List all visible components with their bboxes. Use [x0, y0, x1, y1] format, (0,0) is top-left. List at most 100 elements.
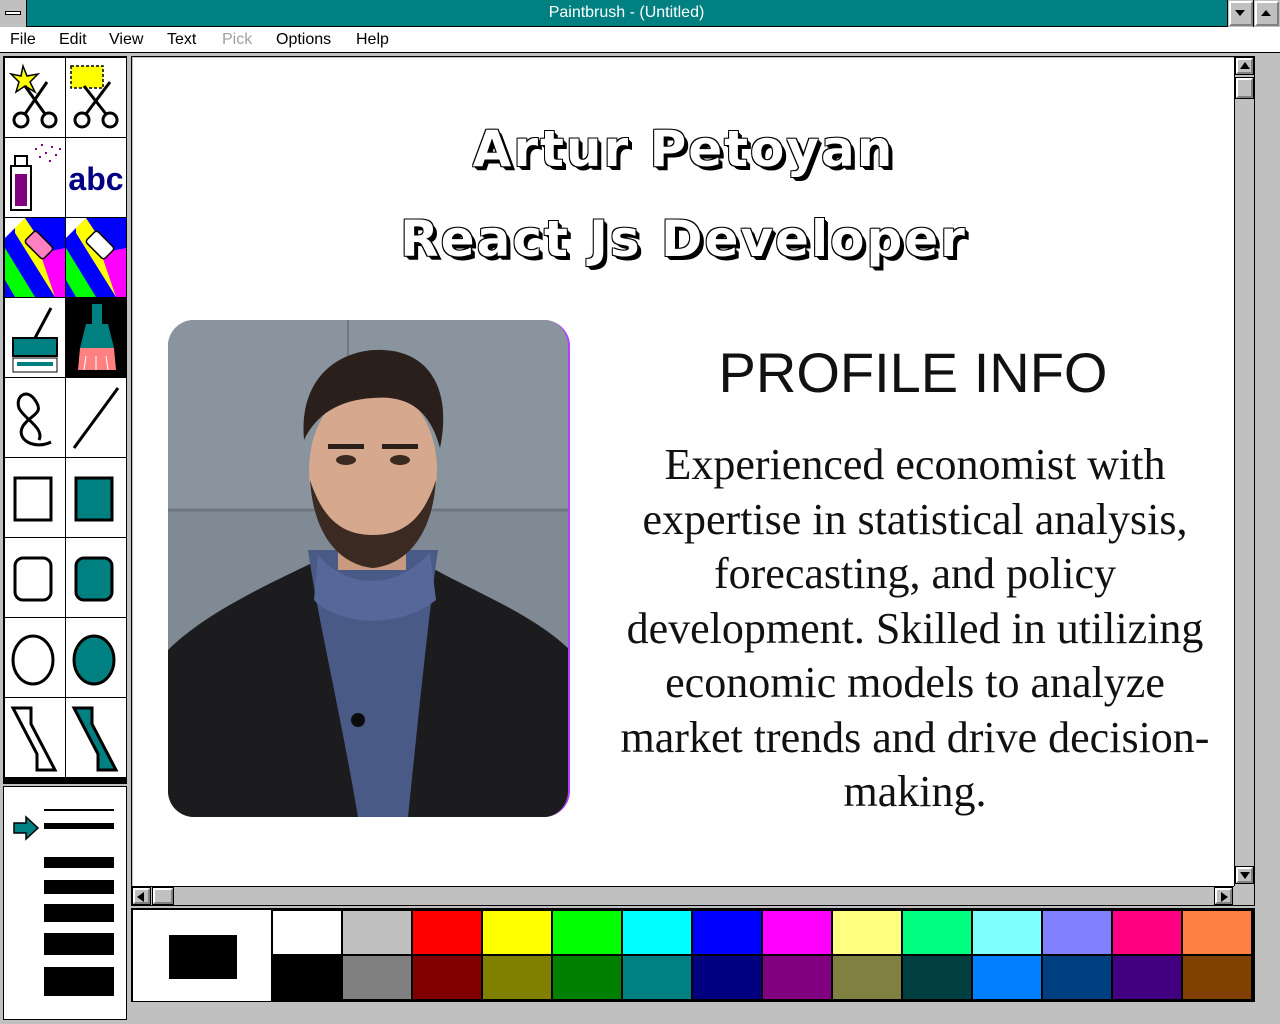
- menu-text[interactable]: Text: [167, 31, 196, 49]
- horizontal-scrollbar[interactable]: [132, 886, 1234, 905]
- palette-color-swatch[interactable]: [1043, 956, 1111, 999]
- vertical-scrollbar[interactable]: [1234, 57, 1254, 886]
- pick-tool[interactable]: [66, 58, 126, 137]
- filled-box-icon: [74, 476, 114, 522]
- scroll-right-button[interactable]: [1214, 887, 1233, 905]
- palette-color-swatch[interactable]: [903, 956, 971, 999]
- circle-tool[interactable]: [5, 618, 65, 697]
- selected-line-arrow-icon: [13, 815, 40, 841]
- palette-color-swatch[interactable]: [273, 956, 341, 999]
- scroll-left-button[interactable]: [132, 887, 151, 905]
- line-size-box: [3, 786, 127, 1020]
- palette-color-swatch[interactable]: [1113, 956, 1181, 999]
- curve-tool[interactable]: [5, 378, 65, 457]
- arrow-up-icon: [1240, 62, 1250, 69]
- menu-options[interactable]: Options: [276, 31, 331, 49]
- color-eraser-tool[interactable]: [5, 218, 65, 297]
- canvas-frame: Artur Petoyan React Js Developer PROFILE…: [131, 56, 1255, 906]
- maximize-button[interactable]: [1253, 0, 1280, 27]
- minimize-button[interactable]: [1227, 0, 1254, 27]
- toolbox: abc: [3, 56, 127, 784]
- palette-color-swatch[interactable]: [1183, 911, 1251, 954]
- palette-color-swatch[interactable]: [693, 956, 761, 999]
- palette-color-swatch[interactable]: [553, 956, 621, 999]
- filled-rounded-box-tool[interactable]: [66, 538, 126, 617]
- palette-color-swatch[interactable]: [483, 956, 551, 999]
- palette-color-swatch[interactable]: [1113, 911, 1181, 954]
- palette-color-swatch[interactable]: [553, 911, 621, 954]
- menu-edit[interactable]: Edit: [59, 31, 87, 49]
- rounded-box-tool[interactable]: [5, 538, 65, 617]
- box-tool[interactable]: [5, 458, 65, 537]
- palette-color-swatch[interactable]: [973, 911, 1041, 954]
- palette-color-swatch[interactable]: [1043, 911, 1111, 954]
- profile-heading: PROFILE INFO: [718, 341, 1108, 404]
- filled-polygon-tool[interactable]: [66, 698, 126, 777]
- paintbrush-window: Paintbrush - (Untitled) File Edit View T…: [0, 0, 1280, 1024]
- palette-color-swatch[interactable]: [413, 956, 481, 999]
- menu-pick[interactable]: Pick: [222, 31, 252, 49]
- palette-color-swatch[interactable]: [763, 911, 831, 954]
- menu-view[interactable]: View: [109, 31, 143, 49]
- line-width-1[interactable]: [44, 809, 114, 811]
- maximize-icon: [1261, 10, 1271, 16]
- text-tool[interactable]: abc: [66, 138, 126, 217]
- system-menu-button[interactable]: [0, 0, 27, 27]
- circle-icon: [11, 634, 55, 686]
- color-eraser-icon: [5, 218, 65, 297]
- palette-color-swatch[interactable]: [623, 956, 691, 999]
- palette-color-swatch[interactable]: [343, 956, 411, 999]
- scroll-up-button[interactable]: [1235, 57, 1254, 75]
- palette-color-swatch[interactable]: [343, 911, 411, 954]
- scissors-tool[interactable]: [5, 58, 65, 137]
- line-width-6[interactable]: [44, 933, 114, 955]
- vertical-scroll-thumb[interactable]: [1235, 77, 1254, 99]
- drawing-canvas[interactable]: Artur Petoyan React Js Developer PROFILE…: [133, 58, 1234, 886]
- filled-circle-tool[interactable]: [66, 618, 126, 697]
- menu-file[interactable]: File: [10, 31, 36, 49]
- polygon-icon: [10, 706, 58, 772]
- current-colors: [133, 910, 271, 1001]
- scroll-down-button[interactable]: [1235, 866, 1254, 884]
- line-width-7[interactable]: [44, 967, 114, 996]
- rect-scissors-icon: [70, 65, 119, 129]
- airbrush-tool[interactable]: [5, 138, 65, 217]
- eraser-tool[interactable]: [66, 218, 126, 297]
- filled-circle-icon: [72, 634, 116, 686]
- rounded-box-icon: [13, 556, 53, 602]
- palette-color-swatch[interactable]: [833, 956, 901, 999]
- horizontal-scroll-thumb[interactable]: [152, 887, 174, 905]
- brush-tool[interactable]: [66, 298, 126, 377]
- palette-color-swatch[interactable]: [903, 911, 971, 954]
- line-width-5[interactable]: [44, 904, 114, 922]
- text-abc-icon: abc: [68, 161, 123, 197]
- polygon-tool[interactable]: [5, 698, 65, 777]
- eraser-icon: [66, 218, 126, 297]
- line-tool[interactable]: [66, 378, 126, 457]
- palette-color-swatch[interactable]: [623, 911, 691, 954]
- svg-text:abc: abc: [68, 161, 123, 197]
- line-width-3[interactable]: [44, 857, 114, 868]
- brush-icon: [78, 304, 116, 371]
- line-width-4[interactable]: [44, 880, 114, 894]
- foreground-color: [169, 935, 237, 979]
- line-width-2[interactable]: [44, 823, 114, 829]
- palette-color-swatch[interactable]: [693, 911, 761, 954]
- palette-color-swatch[interactable]: [973, 956, 1041, 999]
- title-bar[interactable]: Paintbrush - (Untitled): [0, 0, 1280, 27]
- palette-color-swatch[interactable]: [763, 956, 831, 999]
- palette-color-swatch[interactable]: [833, 911, 901, 954]
- palette-color-swatch[interactable]: [483, 911, 551, 954]
- paint-roller-tool[interactable]: [5, 298, 65, 377]
- palette-color-swatch[interactable]: [1183, 956, 1251, 999]
- palette-color-swatch[interactable]: [413, 911, 481, 954]
- spray-can-icon: [10, 144, 61, 211]
- filled-box-tool[interactable]: [66, 458, 126, 537]
- curve-icon: [16, 392, 52, 447]
- filled-polygon-icon: [71, 706, 119, 772]
- menu-help[interactable]: Help: [356, 31, 389, 49]
- color-palette: [131, 908, 1255, 1002]
- palette-color-swatch[interactable]: [273, 911, 341, 954]
- canvas-heading-role: React Js Developer: [400, 210, 967, 268]
- paint-roller-icon: [12, 307, 58, 373]
